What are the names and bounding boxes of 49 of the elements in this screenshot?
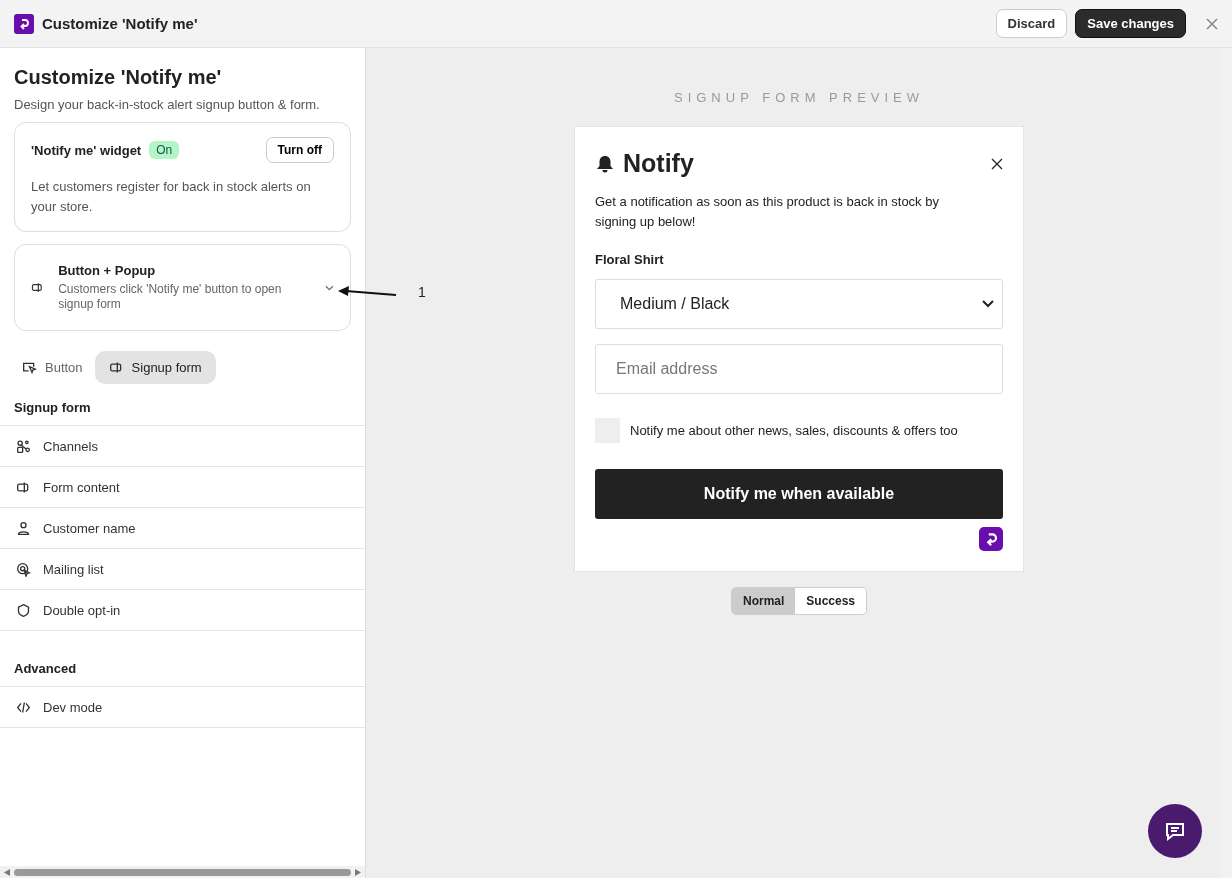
panel-subtitle: Design your back-in-stock alert signup button & form. [14, 97, 321, 112]
scroll-right-icon[interactable] [355, 868, 361, 876]
panel-heading: Customize 'Notify me' [14, 66, 223, 89]
brand-logo-icon [979, 527, 1003, 551]
menu-item[interactable]: Mailing list [0, 548, 365, 589]
chat-button[interactable] [1148, 804, 1202, 858]
mode-card[interactable]: Button + Popup Customers click 'Notify me' button to open signup form [14, 244, 351, 331]
close-icon[interactable] [991, 157, 1003, 170]
section-heading: Advanced [13, 660, 78, 678]
scroll-left-icon[interactable] [4, 868, 10, 876]
menu-item[interactable]: Form content [0, 466, 365, 507]
discard-button[interactable]: Discard [995, 9, 1068, 38]
nodes-icon [16, 438, 31, 454]
tab[interactable]: Button [14, 351, 91, 384]
cursor-icon [22, 360, 37, 375]
annotation-label: 1 [418, 284, 426, 300]
turn-off-button[interactable]: Turn off [265, 137, 334, 163]
widget-title: 'Notify me' widget [31, 142, 142, 158]
menu-item[interactable]: Customer name [0, 507, 365, 548]
status-badge: On [149, 141, 180, 159]
form-title: Notify [623, 149, 695, 178]
mode-description: Customers click 'Notify me' button to open signup form [58, 282, 283, 312]
menu-item[interactable]: Dev mode [0, 686, 365, 728]
preview-caption: SIGNUP FORM PREVIEW [673, 90, 925, 105]
save-button[interactable]: Save changes [1075, 9, 1186, 38]
menu-item[interactable]: Channels [0, 425, 365, 466]
chevron-icon [982, 300, 994, 308]
form-description: Get a notification as soon as this product is back in stock by signing up below! [595, 193, 940, 231]
state-toggle[interactable]: Success [795, 588, 866, 614]
menu-item[interactable]: Double opt-in [0, 589, 365, 631]
annotation-arrow [338, 285, 398, 299]
product-name: Floral Shirt [595, 252, 665, 267]
form-icon [31, 280, 45, 295]
widget-description: Let customers register for back in stock alerts on your store. [31, 178, 312, 216]
mode-title: Button + Popup [58, 263, 157, 278]
consent-label: Notify me about other news, sales, discounts & offers too [630, 423, 958, 438]
notify-button[interactable]: Notify me when available [595, 469, 1003, 519]
target-cursor-icon [16, 561, 31, 577]
bell-icon [595, 153, 615, 174]
section-heading: Signup form [13, 399, 92, 417]
shield-icon [16, 602, 31, 618]
email-field[interactable]: Email address [595, 344, 1003, 394]
tab[interactable]: Signup form [94, 351, 216, 384]
variant-dropdown[interactable]: Medium / Black [595, 279, 1003, 329]
person-icon [16, 520, 31, 536]
app-logo-icon [14, 13, 34, 34]
form-icon [108, 360, 124, 375]
window-title: Customize 'Notify me' [42, 15, 199, 32]
state-toggle[interactable]: Normal [731, 588, 796, 614]
